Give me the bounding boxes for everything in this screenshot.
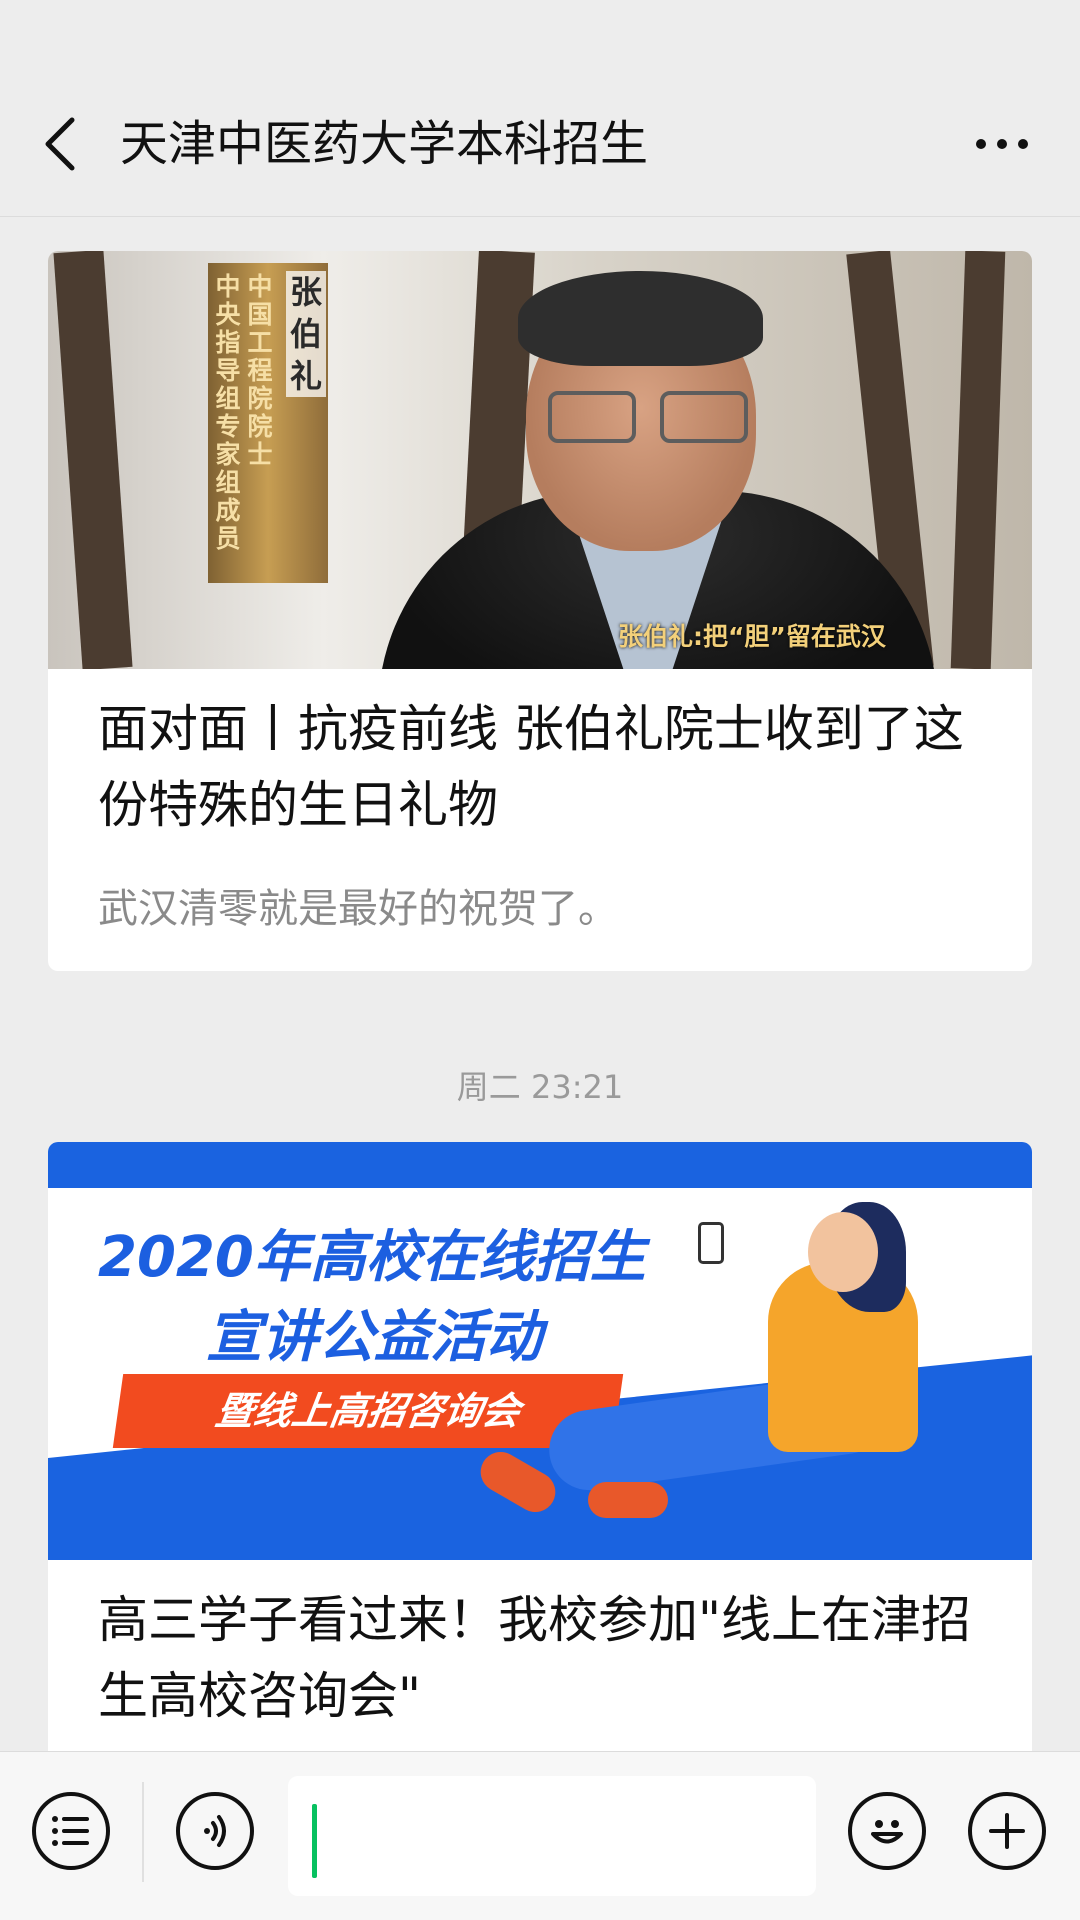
more-dots-icon (976, 139, 1028, 149)
chevron-left-icon (45, 117, 75, 171)
article-digest: 武汉清零就是最好的祝贺了。 (98, 886, 618, 932)
top-bar: 天津中医药大学本科招生 (0, 0, 1080, 217)
text-caret (312, 1804, 317, 1878)
glasses-right (660, 391, 748, 443)
article-cover-image[interactable]: 2020年高校在线招生 宣讲公益活动 暨线上高招咨询会 (48, 1142, 1032, 1560)
emoji-button[interactable] (848, 1792, 926, 1870)
role-caption-1: 中国工程院院士 (247, 272, 273, 469)
message-list[interactable]: 中国工程院院士 中央指导组专家组成员 张伯礼 张伯礼:把“胆”留在武汉 面对面丨… (0, 217, 1080, 1752)
lower-caption: 张伯礼:把“胆”留在武汉 (618, 622, 886, 651)
role-caption-2: 中央指导组专家组成员 (215, 272, 241, 553)
chat-input-bar (0, 1751, 1080, 1920)
menu-button[interactable] (32, 1792, 110, 1870)
person-hair (518, 271, 763, 366)
article-card[interactable]: 2020年高校在线招生 宣讲公益活动 暨线上高招咨询会 高三学子看过来！我校参加… (48, 1142, 1032, 1752)
illustration-head (808, 1212, 878, 1292)
phone-icon (698, 1222, 724, 1264)
plus-button[interactable] (968, 1792, 1046, 1870)
chat-screen: 天津中医药大学本科招生 中国工程院院士 中央指导组专家组成员 张伯礼 张伯礼:把… (0, 0, 1080, 1920)
voice-icon (204, 1815, 226, 1847)
plus-icon (989, 1813, 1025, 1849)
message-timestamp: 周二 23:21 (456, 1068, 624, 1106)
list-menu-icon (52, 1816, 89, 1846)
back-button[interactable] (36, 112, 84, 176)
article-title[interactable]: 面对面丨抗疫前线 张伯礼院士收到了这份特殊的生日礼物 (98, 691, 992, 843)
cover-headline-1: 2020年高校在线招生 (98, 1225, 646, 1290)
article-card[interactable]: 中国工程院院士 中央指导组专家组成员 张伯礼 张伯礼:把“胆”留在武汉 面对面丨… (48, 251, 1032, 971)
message-input[interactable] (288, 1776, 816, 1896)
divider (142, 1782, 144, 1882)
cover-headline-2: 宣讲公益活动 (206, 1305, 542, 1370)
glasses-left (548, 391, 636, 443)
voice-button[interactable] (176, 1792, 254, 1870)
article-cover-image[interactable]: 中国工程院院士 中央指导组专家组成员 张伯礼 张伯礼:把“胆”留在武汉 (48, 251, 1032, 669)
page-title: 天津中医药大学本科招生 (120, 116, 649, 172)
article-title[interactable]: 高三学子看过来！我校参加"线上在津招生高校咨询会" (98, 1582, 992, 1734)
more-button[interactable] (972, 118, 1032, 170)
cover-banner: 暨线上高招咨询会 (112, 1374, 624, 1448)
name-caption: 张伯礼 (286, 271, 326, 397)
emoji-icon (871, 1820, 903, 1844)
illustration-shoe (588, 1482, 668, 1518)
